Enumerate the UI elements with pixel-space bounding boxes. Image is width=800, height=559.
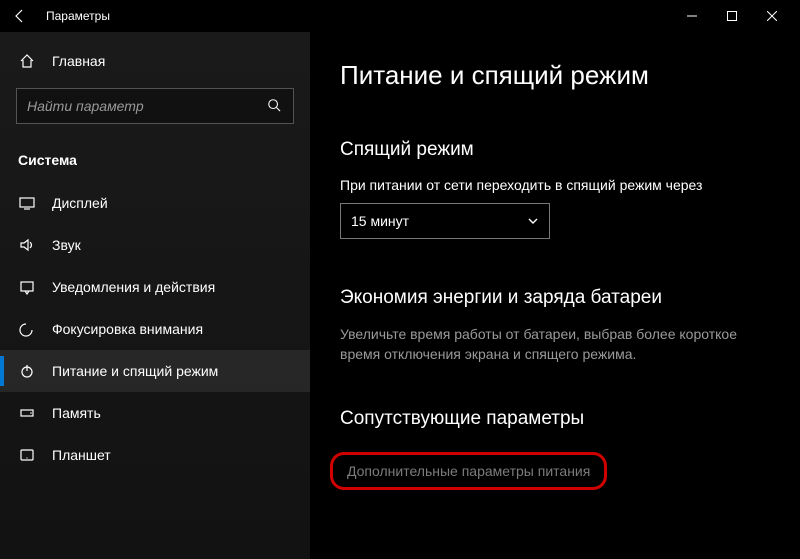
sleep-plugged-label: При питании от сети переходить в спящий … [340, 177, 770, 193]
close-button[interactable] [752, 0, 792, 32]
sidebar-item-storage[interactable]: Память [0, 392, 310, 434]
search-icon [267, 98, 283, 114]
sidebar-item-sound[interactable]: Звук [0, 224, 310, 266]
sidebar-item-label: Память [52, 405, 101, 421]
home-icon [18, 52, 36, 70]
home-label: Главная [52, 53, 105, 69]
minimize-button[interactable] [672, 0, 712, 32]
window-title: Параметры [46, 9, 110, 23]
battery-desc: Увеличьте время работы от батареи, выбра… [340, 325, 770, 364]
sidebar-item-label: Звук [52, 237, 81, 253]
sidebar: Главная Система Дисплей Звук Уведо [0, 32, 310, 559]
tablet-icon [18, 446, 36, 464]
window-controls [672, 0, 792, 32]
search-input[interactable] [27, 98, 267, 114]
sidebar-item-tablet[interactable]: Планшет [0, 434, 310, 476]
sleep-heading: Спящий режим [340, 139, 770, 161]
power-icon [18, 362, 36, 380]
sidebar-item-power[interactable]: Питание и спящий режим [0, 350, 310, 392]
sound-icon [18, 236, 36, 254]
sleep-plugged-dropdown[interactable]: 15 минут [340, 203, 550, 239]
sidebar-item-label: Питание и спящий режим [52, 363, 218, 379]
back-button[interactable] [8, 4, 32, 28]
battery-heading: Экономия энергии и заряда батареи [340, 287, 770, 309]
titlebar: Параметры [0, 0, 800, 32]
page-title: Питание и спящий режим [340, 60, 770, 91]
category-label: Система [0, 142, 310, 182]
focus-icon [18, 320, 36, 338]
main-content: Питание и спящий режим Спящий режим При … [310, 32, 800, 559]
notifications-icon [18, 278, 36, 296]
display-icon [18, 194, 36, 212]
related-heading: Сопутствующие параметры [340, 408, 770, 430]
highlight-annotation: Дополнительные параметры питания [330, 452, 607, 490]
additional-power-link[interactable]: Дополнительные параметры питания [343, 461, 594, 481]
dropdown-value: 15 минут [351, 213, 409, 229]
sidebar-item-focus[interactable]: Фокусировка внимания [0, 308, 310, 350]
storage-icon [18, 404, 36, 422]
sidebar-item-label: Уведомления и действия [52, 279, 215, 295]
maximize-button[interactable] [712, 0, 752, 32]
search-box[interactable] [16, 88, 294, 124]
sidebar-item-label: Дисплей [52, 195, 108, 211]
sidebar-item-display[interactable]: Дисплей [0, 182, 310, 224]
chevron-down-icon [527, 215, 539, 227]
sidebar-item-notifications[interactable]: Уведомления и действия [0, 266, 310, 308]
sidebar-item-label: Фокусировка внимания [52, 321, 203, 337]
sidebar-item-label: Планшет [52, 447, 111, 463]
home-nav[interactable]: Главная [0, 44, 310, 78]
